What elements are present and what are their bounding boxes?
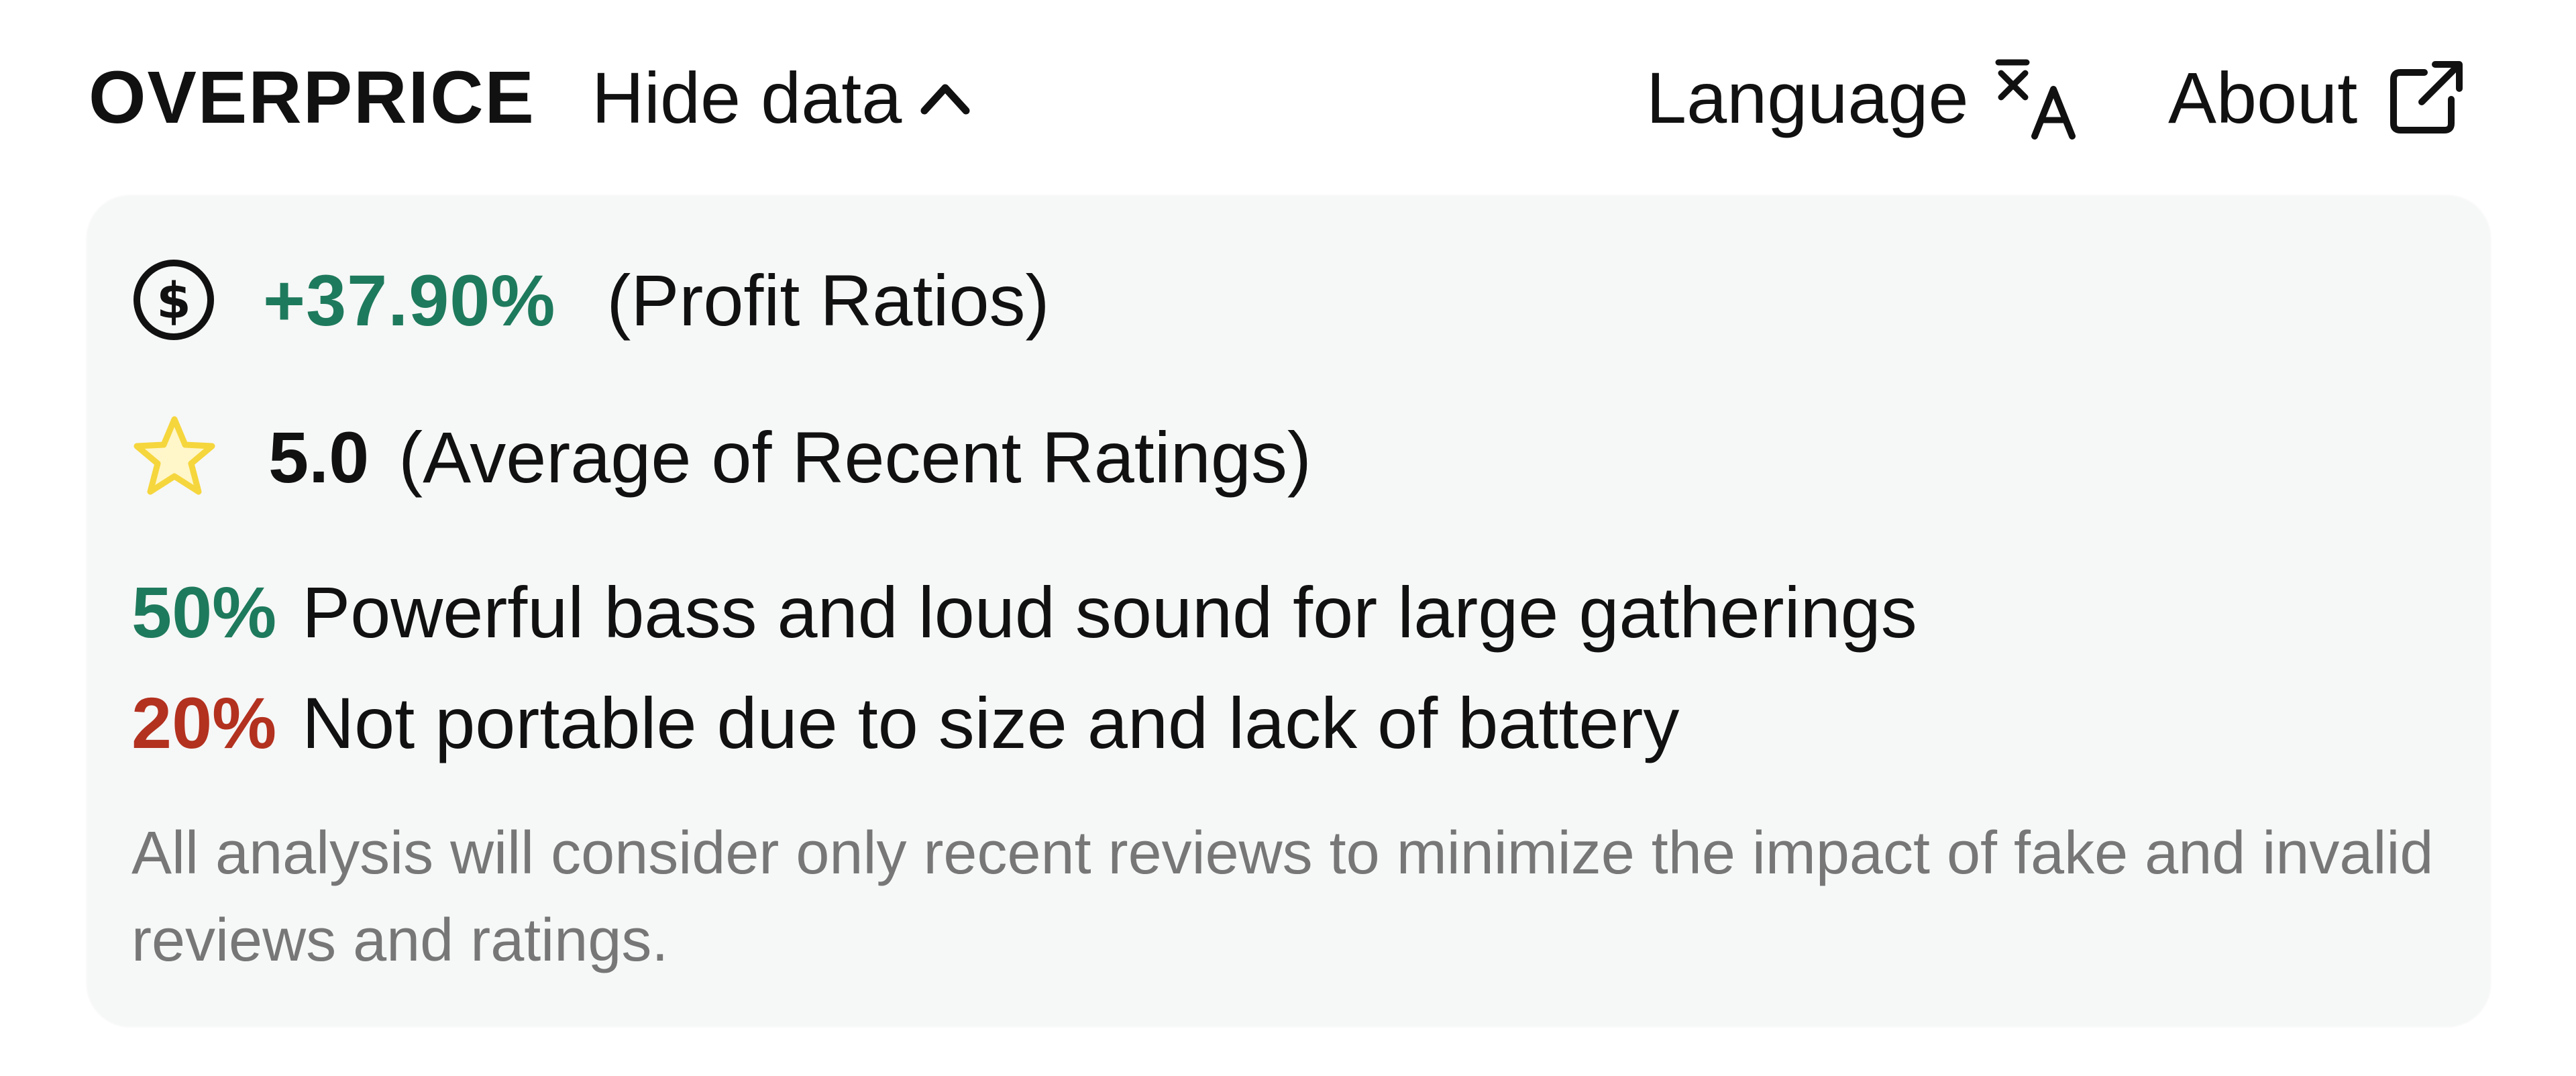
widget-header: OVERPRICE Hide data Language About (0, 40, 2576, 158)
language-label: Language (1646, 57, 1969, 138)
about-link[interactable]: About (2168, 58, 2466, 138)
brand-title: OVERPRICE (89, 56, 535, 139)
insight-text: Powerful bass and loud sound for large g… (302, 571, 1917, 653)
svg-text:$: $ (156, 272, 191, 330)
language-button[interactable]: Language (1646, 57, 2079, 140)
profit-ratio-value: +37.90% (263, 259, 556, 341)
hide-data-label: Hide data (592, 57, 902, 138)
analysis-card: $ +37.90% (Profit Ratios) 5.0 (Average o… (87, 196, 2490, 1026)
average-rating-value: 5.0 (268, 416, 370, 498)
insight-negative: 20% Not portable due to size and lack of… (131, 682, 1679, 763)
average-rating-label: (Average of Recent Ratings) (398, 416, 1311, 498)
overprice-widget: OVERPRICE Hide data Language About $ +37… (0, 0, 2576, 1076)
insight-text: Not portable due to size and lack of bat… (302, 682, 1680, 763)
chevron-up-icon (920, 84, 970, 115)
dollar-circle-icon: $ (133, 260, 214, 340)
hide-data-toggle[interactable]: Hide data (592, 58, 975, 138)
analysis-disclaimer: All analysis will consider only recent r… (131, 820, 2434, 974)
external-link-icon (2390, 61, 2463, 133)
insight-positive: 50% Powerful bass and loud sound for lar… (131, 571, 1917, 653)
insight-percent: 20% (131, 682, 277, 763)
about-label: About (2168, 57, 2358, 138)
profit-row: $ +37.90% (Profit Ratios) (131, 256, 1050, 343)
rating-row: 5.0 (Average of Recent Ratings) (131, 413, 1311, 500)
profit-ratio-label: (Profit Ratios) (606, 259, 1050, 341)
translate-icon (1995, 59, 2076, 140)
insight-percent: 50% (131, 571, 277, 653)
star-icon (133, 416, 215, 495)
